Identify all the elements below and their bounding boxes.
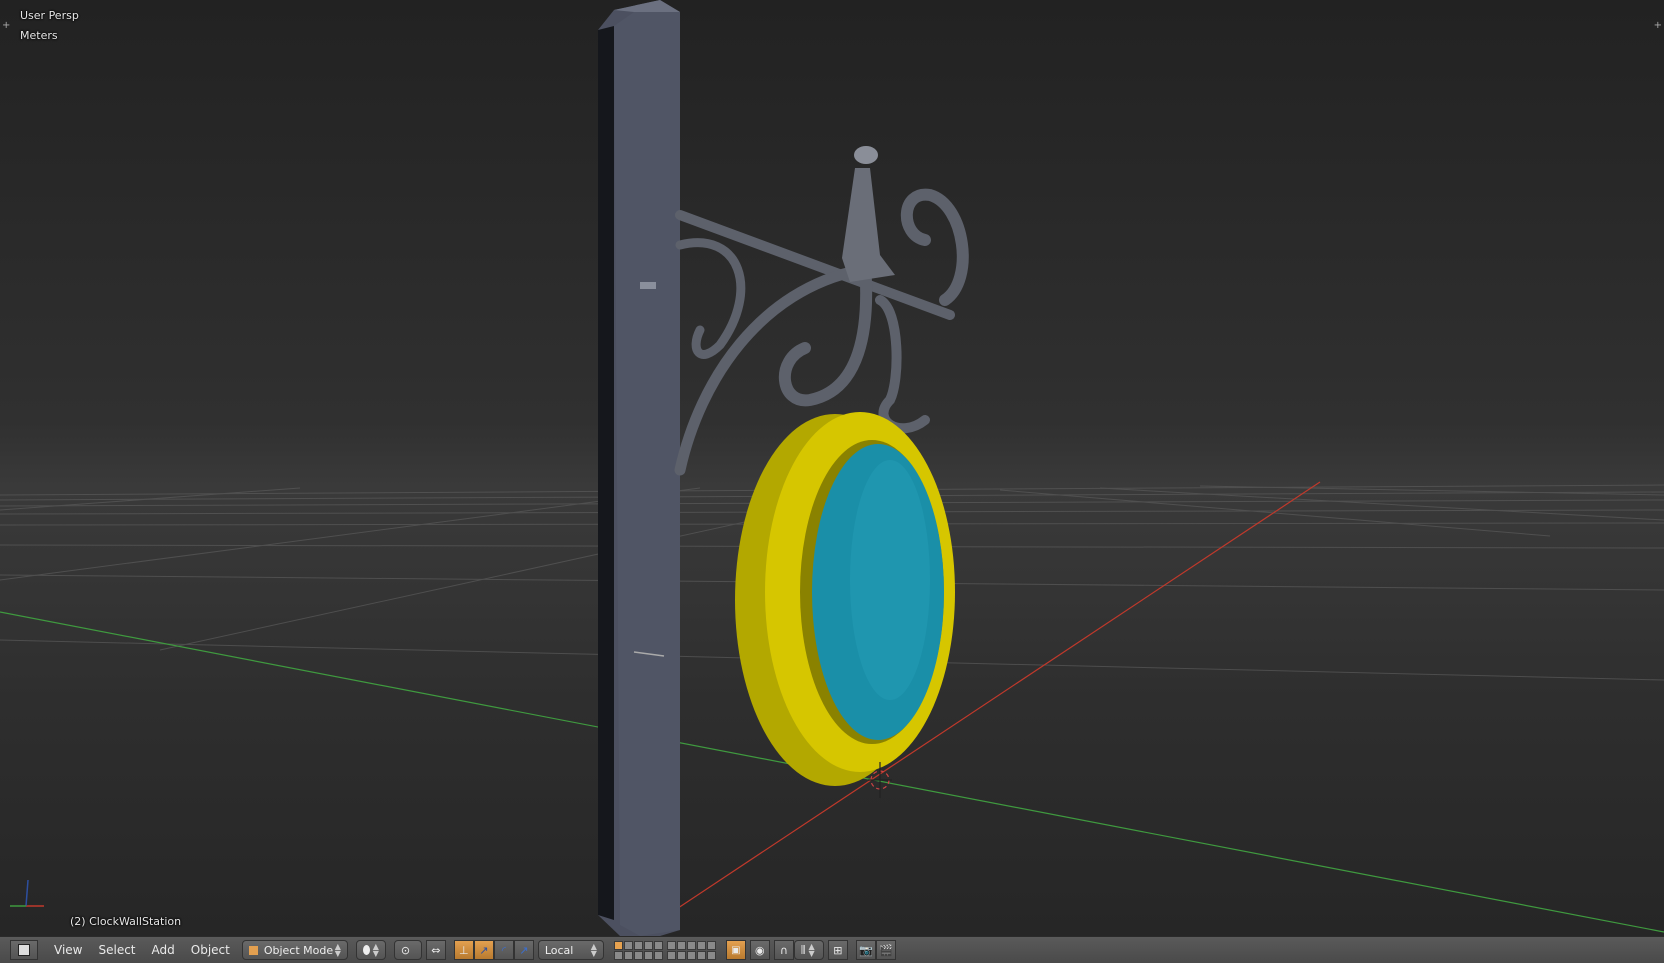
layer-grid-b[interactable] <box>666 940 716 960</box>
layer-button[interactable] <box>706 940 716 950</box>
view-name-label: User Persp <box>20 9 79 22</box>
axis-gizmo-icon <box>10 879 44 907</box>
layer-button[interactable] <box>613 940 623 950</box>
snap-toggle-button[interactable]: ∩ <box>773 940 794 960</box>
layer-button[interactable] <box>623 940 633 950</box>
translate-manipulator-button[interactable]: ⊥ <box>453 940 474 960</box>
snap-increment-icon: ⫼ <box>800 944 806 956</box>
menu-select[interactable]: Select <box>90 943 143 957</box>
lock-icon: ▣ <box>731 944 741 956</box>
active-object-label: (2) ClockWallStation <box>70 915 182 928</box>
rotate-manipulator-button[interactable]: ↗ <box>473 940 494 960</box>
clapper-icon: 🎬 <box>878 943 893 957</box>
manipulator-toggle[interactable]: ⇔ <box>425 940 446 960</box>
magnet-icon: ∩ <box>779 943 788 957</box>
mode-label: Object Mode <box>263 943 334 957</box>
proportional-edit-button[interactable]: ◉ <box>749 940 770 960</box>
menu-object[interactable]: Object <box>183 943 238 957</box>
orientation-label: Local <box>544 943 574 957</box>
snap-element-dropdown[interactable]: ⫼ ▲ ▼ <box>793 940 824 960</box>
arrow-icon: ↗ <box>519 943 529 957</box>
layer-button[interactable] <box>706 950 716 960</box>
cube-icon <box>248 945 258 955</box>
shading-dropdown[interactable]: ▲ ▼ <box>355 940 386 960</box>
layer-button[interactable] <box>666 940 676 950</box>
manipulator-icon: ⇔ <box>431 943 441 957</box>
layer-button[interactable] <box>696 940 706 950</box>
units-label: Meters <box>20 29 58 42</box>
layer-button[interactable] <box>686 940 696 950</box>
3d-viewport[interactable]: User Persp Meters (2) ClockWallStation +… <box>0 0 1664 936</box>
orientation-dropdown[interactable]: Local ▲ ▼ <box>537 940 604 960</box>
menu-add[interactable]: Add <box>144 943 183 957</box>
scale-manipulator-button[interactable]: ◜ <box>493 940 514 960</box>
corner-widget-left-icon[interactable]: + <box>2 20 10 31</box>
scale-icon: ◜ <box>501 943 506 957</box>
manipulator-extra-button[interactable]: ↗ <box>513 940 534 960</box>
layer-button[interactable] <box>633 940 643 950</box>
layer-button[interactable] <box>653 950 663 960</box>
layer-grid-a[interactable] <box>613 940 663 960</box>
layer-button[interactable] <box>676 940 686 950</box>
cube-editor-icon <box>18 944 30 956</box>
layer-button[interactable] <box>623 950 633 960</box>
layer-button[interactable] <box>643 940 653 950</box>
updown-icon: ▲ ▼ <box>372 942 379 958</box>
camera-icon: 📷 <box>858 943 873 957</box>
menu-view[interactable]: View <box>46 943 90 957</box>
updown-icon: ▲ ▼ <box>334 942 341 958</box>
lock-layers-button[interactable]: ▣ <box>725 940 746 960</box>
layer-button[interactable] <box>676 950 686 960</box>
proportional-edit-icon: ◉ <box>755 943 765 957</box>
snap-target-button[interactable]: ⊞ <box>827 940 848 960</box>
layer-button[interactable] <box>613 950 623 960</box>
translate-icon: ⊥ <box>459 943 469 957</box>
viewport-header: View Select Add Object Object Mode ▲ ▼ ▲ ▼… <box>0 936 1664 963</box>
layer-button[interactable] <box>686 950 696 960</box>
post-model <box>598 0 680 936</box>
solid-sphere-icon <box>362 945 370 955</box>
rotate-icon: ↗ <box>479 943 489 957</box>
mode-dropdown[interactable]: Object Mode ▲ ▼ <box>241 940 348 960</box>
pivot-point-icon: ⊙ <box>400 943 411 957</box>
render-animation-button[interactable]: 🎬 <box>875 940 896 960</box>
finial-model <box>842 146 895 282</box>
corner-widget-right-icon[interactable]: + <box>1654 20 1662 31</box>
render-opengl-button[interactable]: 📷 <box>855 940 876 960</box>
layer-button[interactable] <box>666 950 676 960</box>
updown-icon: ▲ ▼ <box>590 942 597 958</box>
updown-icon: ▲ ▼ <box>808 942 815 958</box>
layer-button[interactable] <box>633 950 643 960</box>
editor-type-button[interactable] <box>10 940 38 960</box>
snap-target-icon: ⊞ <box>833 943 843 957</box>
scene-canvas[interactable] <box>0 0 1664 936</box>
layer-button[interactable] <box>696 950 706 960</box>
layer-button[interactable] <box>653 940 663 950</box>
layer-button[interactable] <box>643 950 653 960</box>
pivot-dropdown[interactable]: ⊙ <box>393 940 422 960</box>
clock-model <box>735 412 955 786</box>
